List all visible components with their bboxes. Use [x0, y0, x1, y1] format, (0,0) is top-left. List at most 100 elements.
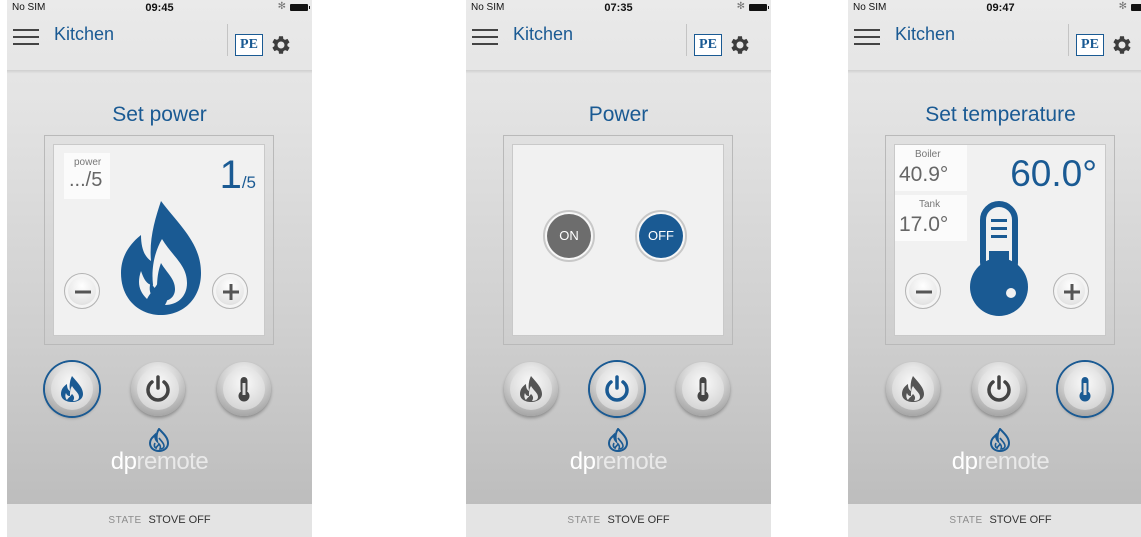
thermometer-mode-icon [238, 377, 250, 402]
hamburger-menu-icon[interactable] [13, 29, 39, 47]
nav-bar: Kitchen PE [466, 14, 771, 70]
power-label: power [74, 157, 102, 168]
status-time: 09:45 [145, 2, 174, 14]
state-value: STOVE OFF [989, 514, 1052, 526]
nav-title: Kitchen [895, 24, 956, 44]
set-power-max: /5 [241, 173, 256, 192]
current-power-card: power .../5 [64, 153, 110, 199]
nav-bar: Kitchen PE [7, 14, 312, 70]
off-button[interactable]: OFF [639, 214, 683, 258]
mode-on-off-button[interactable] [131, 362, 185, 416]
pe-button[interactable]: PE [1076, 34, 1104, 56]
panel-title: Set temperature [925, 103, 1076, 126]
hamburger-menu-icon[interactable] [472, 29, 498, 47]
increase-power-button[interactable] [212, 273, 248, 309]
state-value: STOVE OFF [607, 514, 670, 526]
flame-mode-icon [61, 376, 83, 402]
temperature-panel: Boiler 40.9° Tank 17.0° 60.0° [885, 135, 1115, 345]
screen-power: No SIM 07:35 ✻ Kitchen PE Power ON OFF d [466, 0, 771, 537]
nav-title: Kitchen [54, 24, 115, 44]
tank-value: 17.0° [899, 213, 949, 236]
nav-shadow [466, 70, 771, 74]
nav-divider [227, 24, 228, 56]
power-switch-panel: ON OFF [503, 135, 733, 345]
power-panel: power .../5 1/5 [44, 135, 274, 345]
status-time: 07:35 [604, 2, 633, 14]
pe-button[interactable]: PE [235, 34, 263, 56]
state-label: STATE [567, 515, 601, 526]
mode-temperature-button[interactable] [676, 362, 730, 416]
thermometer-icon [970, 201, 1028, 316]
boiler-temp-card: Boiler 40.9° [895, 145, 967, 191]
state-bar: STATE STOVE OFF [7, 504, 312, 537]
status-bar: No SIM 09:45 ✻ [7, 0, 312, 14]
tank-label: Tank [919, 199, 941, 210]
panel-title: Set power [112, 103, 207, 126]
plus-icon [1064, 284, 1080, 300]
nav-bar: Kitchen PE [848, 14, 1141, 70]
mode-on-off-button[interactable] [590, 362, 644, 416]
set-power-value: 1/5 [220, 153, 256, 198]
boiler-label: Boiler [915, 149, 941, 160]
on-button[interactable]: ON [547, 214, 591, 258]
nav-shadow [7, 70, 312, 74]
current-power-value: .../5 [69, 169, 103, 191]
status-bar: No SIM 07:35 ✻ [466, 0, 771, 14]
state-bar: STATE STOVE OFF [466, 504, 771, 537]
bluetooth-icon: ✻ [736, 1, 745, 12]
screen-set-temperature: No SIM 09:47 ✻ Kitchen PE Set temperatur… [848, 0, 1141, 537]
state-bar: STATE STOVE OFF [848, 504, 1141, 537]
set-temperature-value: 60.0° [1010, 153, 1097, 194]
mode-power-level-button[interactable] [45, 362, 99, 416]
set-power-number: 1 [219, 153, 242, 197]
mode-power-level-button[interactable] [886, 362, 940, 416]
increase-temperature-button[interactable] [1053, 273, 1089, 309]
panel-title: Power [588, 103, 649, 126]
brand-logo: dpremote [951, 448, 1050, 475]
brand-logo: dpremote [110, 448, 209, 475]
bluetooth-icon: ✻ [277, 1, 286, 12]
gear-icon[interactable] [728, 33, 752, 57]
pe-button[interactable]: PE [694, 34, 722, 56]
power-icon [987, 375, 1011, 402]
flame-mode-icon [902, 376, 924, 402]
gear-icon[interactable] [269, 33, 293, 57]
bluetooth-icon: ✻ [1118, 1, 1127, 12]
mode-power-level-button[interactable] [504, 362, 558, 416]
boiler-value: 40.9° [899, 163, 949, 186]
power-icon [605, 375, 629, 402]
thermometer-mode-icon [1079, 377, 1091, 402]
mode-temperature-button[interactable] [217, 362, 271, 416]
minus-icon [916, 290, 932, 294]
thermometer-mode-icon [697, 377, 709, 402]
nav-divider [1068, 24, 1069, 56]
power-panel-inner: power .../5 1/5 [53, 144, 265, 336]
power-icon [146, 375, 170, 402]
temperature-panel-inner: Boiler 40.9° Tank 17.0° 60.0° [894, 144, 1106, 336]
decrease-temperature-button[interactable] [905, 273, 941, 309]
flame-icon [121, 201, 201, 315]
plus-icon [223, 284, 239, 300]
nav-title: Kitchen [513, 24, 574, 44]
decrease-power-button[interactable] [64, 273, 100, 309]
battery-icon [290, 4, 310, 11]
power-switch-panel-inner: ON OFF [512, 144, 724, 336]
status-bar: No SIM 09:47 ✻ [848, 0, 1141, 14]
hamburger-menu-icon[interactable] [854, 29, 880, 47]
state-label: STATE [949, 515, 983, 526]
nav-divider [686, 24, 687, 56]
brand-logo: dpremote [569, 448, 668, 475]
battery-icon [749, 4, 769, 11]
minus-icon [75, 290, 91, 294]
status-time: 09:47 [986, 2, 1015, 14]
state-label: STATE [108, 515, 142, 526]
battery-icon [1131, 4, 1141, 11]
flame-mode-icon [520, 376, 542, 402]
tank-temp-card: Tank 17.0° [895, 195, 967, 241]
mode-temperature-button[interactable] [1058, 362, 1112, 416]
screen-set-power: No SIM 09:45 ✻ Kitchen PE Set power powe… [7, 0, 312, 537]
nav-shadow [848, 70, 1141, 74]
gear-icon[interactable] [1110, 33, 1134, 57]
state-value: STOVE OFF [148, 514, 211, 526]
mode-on-off-button[interactable] [972, 362, 1026, 416]
